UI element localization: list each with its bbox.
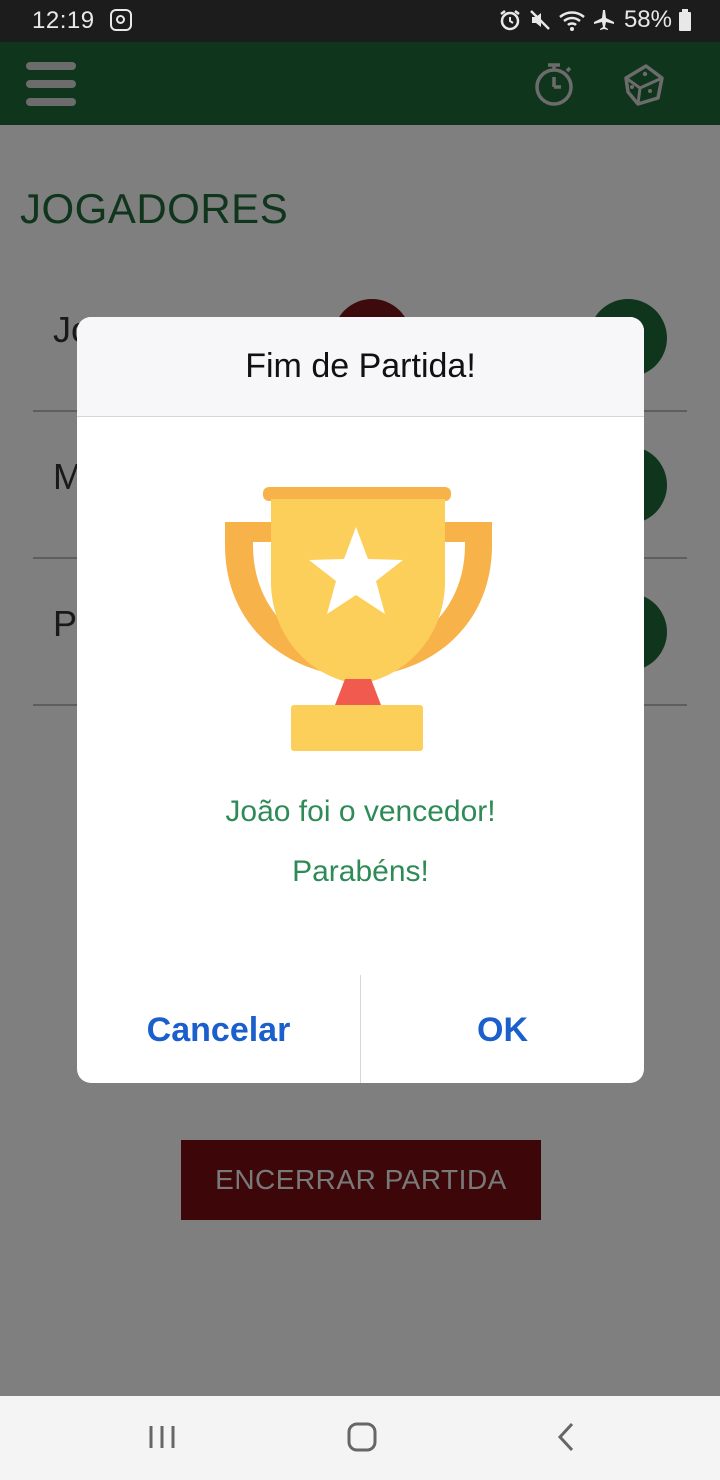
airplane-icon <box>593 10 614 30</box>
battery-percent: 58% <box>623 6 672 33</box>
trophy-icon <box>225 487 492 751</box>
home-icon[interactable] <box>346 1422 378 1452</box>
wifi-icon <box>559 11 585 31</box>
ok-button[interactable]: OK <box>361 977 644 1083</box>
back-icon[interactable] <box>552 1422 580 1452</box>
winner-message: João foi o vencedor! <box>225 795 496 828</box>
status-time: 12:19 <box>32 7 95 34</box>
alarm-icon <box>500 10 520 31</box>
instagram-icon <box>110 9 132 31</box>
match-end-dialog: Fim de Partida! João foi o vencedor! Par… <box>77 317 644 1083</box>
status-icons: 58% <box>498 6 692 34</box>
mute-icon <box>530 10 550 30</box>
battery-icon <box>679 9 691 31</box>
dialog-header: Fim de Partida! <box>77 317 644 417</box>
cancel-button[interactable]: Cancelar <box>77 977 360 1083</box>
dialog-title: Fim de Partida! <box>245 347 476 385</box>
status-bar: 12:19 58% <box>0 0 720 42</box>
congrats-message: Parabéns! <box>292 855 429 888</box>
navigation-bar <box>0 1396 720 1480</box>
recent-apps-icon[interactable] <box>146 1422 178 1452</box>
